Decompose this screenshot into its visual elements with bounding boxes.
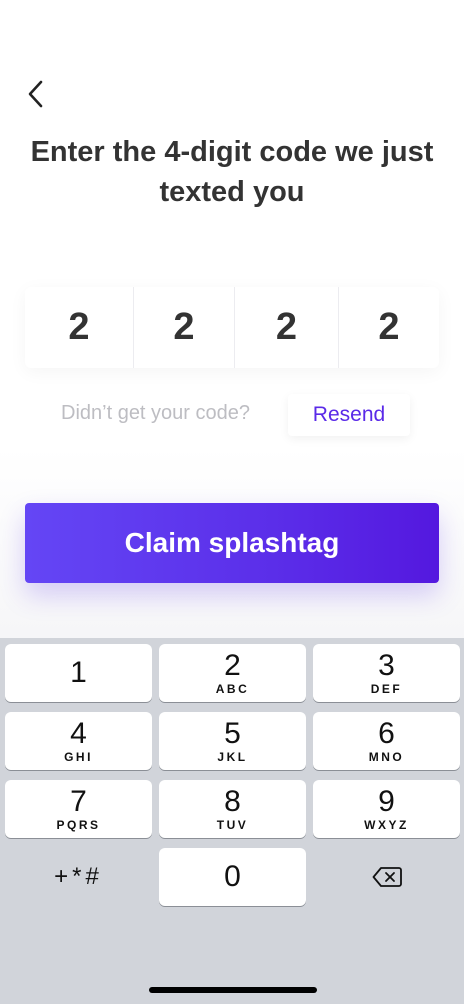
key-letters: TUV [216, 818, 249, 832]
key-letters: GHI [64, 750, 93, 764]
key-digit: 0 [224, 860, 241, 893]
chevron-left-icon [28, 80, 43, 108]
key-letters: PQRS [56, 818, 101, 832]
key-5[interactable]: 5 JKL [159, 712, 306, 770]
code-digit-4[interactable]: 2 [338, 287, 439, 368]
delete-key[interactable] [313, 848, 460, 906]
resend-prompt: Didn’t get your code? [61, 402, 251, 424]
key-2[interactable]: 2 ABC [159, 644, 306, 702]
code-input[interactable]: 2 2 2 2 [25, 287, 439, 368]
verification-screen: Enter the 4-digit code we just texted yo… [0, 0, 464, 638]
resend-button[interactable]: Resend [288, 394, 410, 436]
key-digit: 3 [378, 649, 395, 682]
key-digit: 4 [70, 717, 87, 750]
key-letters: MNO [368, 750, 405, 764]
key-letters: DEF [370, 682, 403, 696]
code-digit-1[interactable]: 2 [25, 287, 133, 368]
key-3[interactable]: 3 DEF [313, 644, 460, 702]
key-digit: 9 [378, 785, 395, 818]
resend-row: Didn’t get your code? Resend [0, 392, 464, 436]
key-7[interactable]: 7 PQRS [5, 780, 152, 838]
key-digit: 8 [224, 785, 241, 818]
key-digit: 7 [70, 785, 87, 818]
code-digit-3[interactable]: 2 [234, 287, 338, 368]
symbols-key[interactable]: +*# [5, 848, 152, 906]
key-letters: ABC [215, 682, 250, 696]
key-9[interactable]: 9 WXYZ [313, 780, 460, 838]
backspace-icon [372, 867, 402, 887]
key-8[interactable]: 8 TUV [159, 780, 306, 838]
key-0[interactable]: 0 [159, 848, 306, 906]
symbols-label: +*# [54, 863, 103, 890]
key-letters: WXYZ [364, 818, 409, 832]
key-digit: 6 [378, 717, 395, 750]
key-6[interactable]: 6 MNO [313, 712, 460, 770]
code-digit-2[interactable]: 2 [133, 287, 234, 368]
back-button[interactable] [20, 76, 52, 112]
key-digit: 2 [224, 649, 241, 682]
key-1[interactable]: 1 [5, 644, 152, 702]
numeric-keypad: 1 2 ABC 3 DEF 4 GHI 5 JKL 6 MNO 7 PQRS 8… [0, 638, 464, 1004]
home-indicator [149, 987, 317, 993]
claim-splashtag-button[interactable]: Claim splashtag [25, 503, 439, 583]
key-4[interactable]: 4 GHI [5, 712, 152, 770]
key-digit: 5 [224, 717, 241, 750]
page-title: Enter the 4-digit code we just texted yo… [30, 136, 434, 208]
key-digit: 1 [70, 656, 87, 689]
key-letters: JKL [217, 750, 248, 764]
